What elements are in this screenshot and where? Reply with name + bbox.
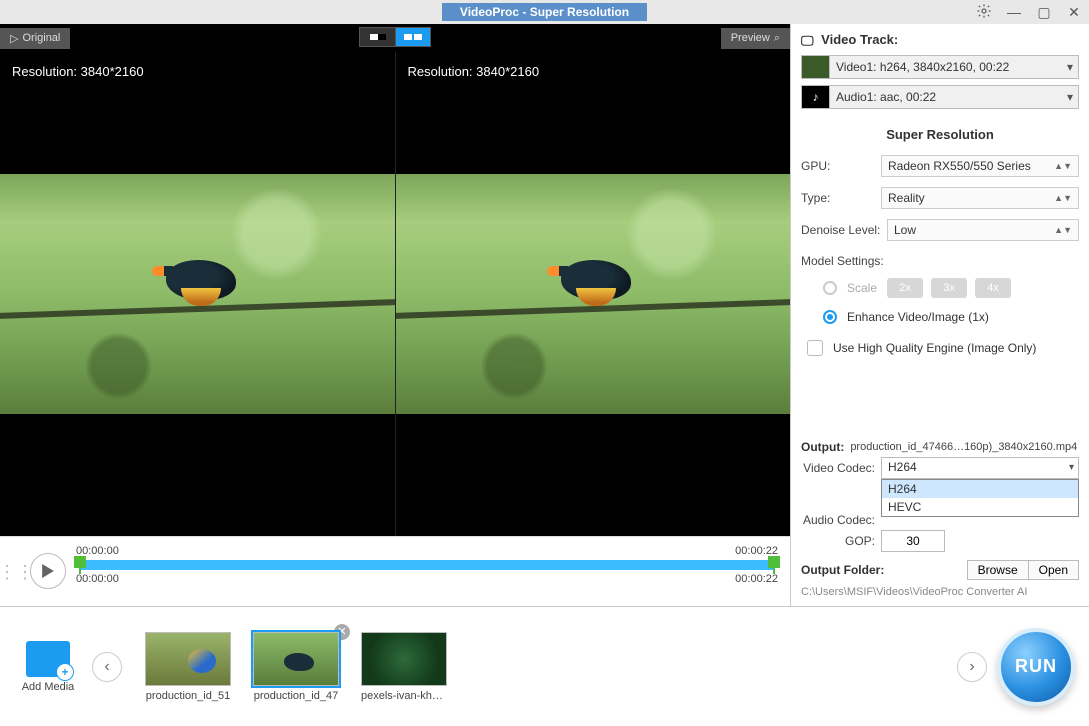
search-icon: ⌕ bbox=[774, 32, 780, 45]
output-folder-path: C:\Users\MSIF\Videos\VideoProc Converter… bbox=[801, 586, 1079, 598]
audio-track-select[interactable]: ♪ Audio1: aac, 00:22 ▾ bbox=[801, 85, 1079, 109]
denoise-select[interactable]: Low ▲▼ bbox=[887, 219, 1079, 241]
preview-column: ▷ Original Preview ⌕ Resolution: 3840*21… bbox=[0, 24, 790, 606]
clip-name: production_id_47 bbox=[253, 690, 339, 702]
side-panel: 🖵 Video Track: Video1: h264, 3840x2160, … bbox=[790, 24, 1089, 606]
compare-split-icon[interactable] bbox=[395, 27, 431, 47]
scale-radio[interactable] bbox=[823, 281, 837, 295]
play-button[interactable] bbox=[30, 553, 66, 589]
type-label: Type: bbox=[801, 191, 881, 205]
close-icon[interactable]: ✕ bbox=[1065, 4, 1083, 21]
scale-4x-button[interactable]: 4x bbox=[975, 278, 1011, 298]
browse-button[interactable]: Browse bbox=[967, 560, 1028, 580]
clip-name: production_id_51 bbox=[145, 690, 231, 702]
gear-icon[interactable] bbox=[975, 3, 993, 22]
timeline-bot-start: 00:00:00 bbox=[76, 573, 119, 585]
trim-handle-left[interactable] bbox=[74, 556, 86, 574]
clip-name: pexels-ivan-khme bbox=[361, 690, 447, 702]
bottom-bar: Add Media ‹ production_id_51 ✕ productio… bbox=[0, 606, 1089, 726]
video-track-label: Video1: h264, 3840x2160, 00:22 bbox=[830, 60, 1062, 74]
timeline-track[interactable] bbox=[80, 560, 774, 570]
denoise-value: Low bbox=[894, 223, 916, 237]
super-resolution-title: Super Resolution bbox=[801, 127, 1079, 142]
clips-prev-button[interactable]: ‹ bbox=[92, 652, 122, 682]
minimize-icon[interactable]: — bbox=[1005, 4, 1023, 20]
video-track-select[interactable]: Video1: h264, 3840x2160, 00:22 ▾ bbox=[801, 55, 1079, 79]
chevron-down-icon: ▾ bbox=[1062, 90, 1078, 104]
chevron-down-icon: ▾ bbox=[1062, 60, 1078, 74]
resolution-label-right: Resolution: 3840*2160 bbox=[408, 64, 540, 79]
gpu-label: GPU: bbox=[801, 159, 881, 173]
clip-item[interactable]: production_id_51 bbox=[140, 632, 236, 702]
clip-item[interactable]: pexels-ivan-khme bbox=[356, 632, 452, 702]
gpu-value: Radeon RX550/550 Series bbox=[888, 159, 1031, 173]
type-select[interactable]: Reality ▲▼ bbox=[881, 187, 1079, 209]
hq-engine-checkbox[interactable] bbox=[807, 340, 823, 356]
compare-toggle[interactable] bbox=[359, 27, 431, 47]
clip-item[interactable]: ✕ production_id_47 bbox=[248, 632, 344, 702]
clip-thumb bbox=[145, 632, 231, 686]
maximize-icon[interactable]: ▢ bbox=[1035, 4, 1053, 21]
denoise-label: Denoise Level: bbox=[801, 223, 887, 237]
video-compare: Resolution: 3840*2160 Resolution: 3840*2… bbox=[0, 52, 790, 536]
original-chip[interactable]: ▷ Original bbox=[0, 28, 70, 49]
add-media-button[interactable]: Add Media bbox=[14, 641, 82, 693]
app-title: VideoProc - Super Resolution bbox=[442, 3, 647, 21]
codec-option-hevc[interactable]: HEVC bbox=[882, 498, 1078, 516]
model-settings-label: Model Settings: bbox=[801, 254, 1079, 268]
video-thumb-icon bbox=[802, 56, 830, 78]
video-track-header-label: Video Track: bbox=[821, 32, 898, 47]
audio-codec-label: Audio Codec: bbox=[801, 513, 875, 527]
grip-icon[interactable]: ⋮⋮ bbox=[10, 545, 22, 600]
run-button[interactable]: RUN bbox=[997, 628, 1075, 706]
updown-icon: ▲▼ bbox=[1054, 161, 1072, 171]
video-codec-select[interactable]: H264 ▾ H264 HEVC bbox=[881, 457, 1079, 479]
add-media-icon bbox=[26, 641, 70, 677]
timeline: ⋮⋮ 00:00:00 00:00:22 00:00:00 00:00:22 bbox=[0, 536, 790, 606]
clips-strip: production_id_51 ✕ production_id_47 pexe… bbox=[132, 632, 947, 702]
updown-icon: ▲▼ bbox=[1054, 193, 1072, 203]
output-file: production_id_47466…160p)_3840x2160.mp4 bbox=[850, 441, 1077, 453]
gpu-select[interactable]: Radeon RX550/550 Series ▲▼ bbox=[881, 155, 1079, 177]
preview-bar: ▷ Original Preview ⌕ bbox=[0, 24, 790, 52]
preview-label: Preview bbox=[731, 32, 770, 44]
output-label: Output: bbox=[801, 440, 844, 454]
video-track-header: 🖵 Video Track: bbox=[801, 32, 1079, 49]
titlebar: VideoProc - Super Resolution — ▢ ✕ bbox=[0, 0, 1089, 24]
video-codec-dropdown[interactable]: H264 HEVC bbox=[881, 479, 1079, 517]
timeline-bot-end: 00:00:22 bbox=[735, 573, 778, 585]
run-label: RUN bbox=[1015, 656, 1057, 677]
add-media-label: Add Media bbox=[22, 681, 75, 693]
original-pane[interactable]: Resolution: 3840*2160 bbox=[0, 52, 396, 536]
open-button[interactable]: Open bbox=[1028, 560, 1079, 580]
video-codec-value: H264 bbox=[882, 458, 1078, 476]
type-value: Reality bbox=[888, 191, 925, 205]
trim-handle-right[interactable] bbox=[768, 556, 780, 574]
scale-label: Scale bbox=[847, 281, 877, 295]
gop-input[interactable] bbox=[881, 530, 945, 552]
hq-engine-label: Use High Quality Engine (Image Only) bbox=[833, 341, 1036, 355]
compare-single-icon[interactable] bbox=[359, 27, 395, 47]
scale-3x-button[interactable]: 3x bbox=[931, 278, 967, 298]
clip-thumb bbox=[253, 632, 339, 686]
tv-icon: 🖵 bbox=[801, 33, 814, 48]
result-pane[interactable]: Resolution: 3840*2160 bbox=[396, 52, 791, 536]
enhance-label: Enhance Video/Image (1x) bbox=[847, 310, 989, 324]
codec-option-h264[interactable]: H264 bbox=[882, 480, 1078, 498]
music-icon: ♪ bbox=[802, 86, 830, 108]
resolution-label-left: Resolution: 3840*2160 bbox=[12, 64, 144, 79]
scale-2x-button[interactable]: 2x bbox=[887, 278, 923, 298]
updown-icon: ▲▼ bbox=[1054, 225, 1072, 235]
output-folder-label: Output Folder: bbox=[801, 563, 884, 577]
chevron-down-icon: ▾ bbox=[1069, 462, 1074, 473]
video-codec-label: Video Codec: bbox=[801, 461, 875, 475]
enhance-radio[interactable] bbox=[823, 310, 837, 324]
clip-thumb bbox=[361, 632, 447, 686]
clips-next-button[interactable]: › bbox=[957, 652, 987, 682]
original-label: Original bbox=[22, 32, 60, 44]
audio-track-label: Audio1: aac, 00:22 bbox=[830, 90, 1062, 104]
play-icon: ▷ bbox=[10, 32, 18, 45]
preview-chip[interactable]: Preview ⌕ bbox=[721, 28, 790, 49]
gop-label: GOP: bbox=[801, 534, 875, 548]
